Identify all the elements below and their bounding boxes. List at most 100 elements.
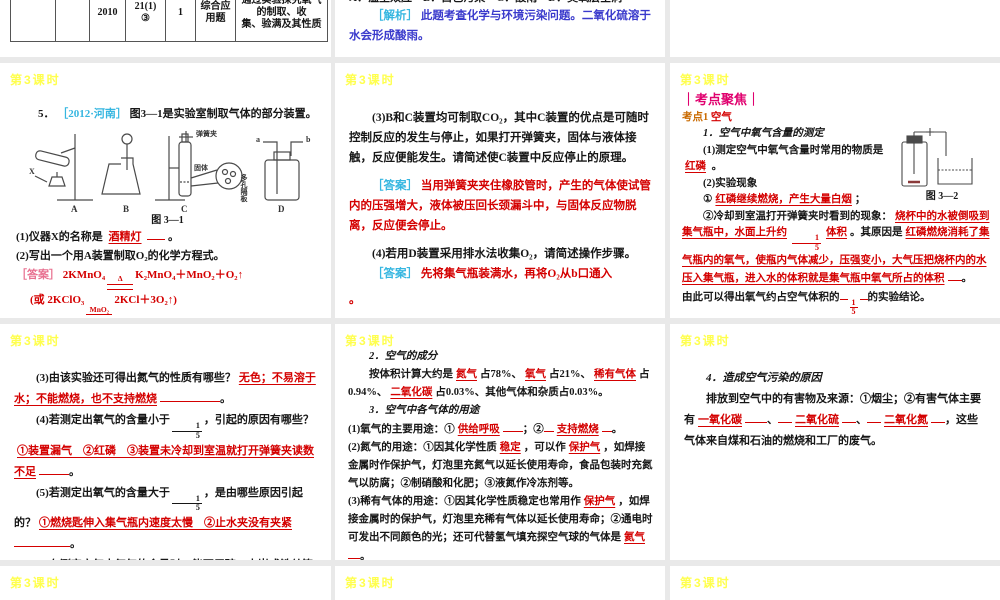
answer-protective-gas: 保护气 xyxy=(583,496,616,507)
text-segment: 。 xyxy=(220,393,231,405)
analysis-label: ［解析］ xyxy=(372,10,418,22)
apparatus-figure-3-2: 图 3—2 xyxy=(894,124,990,204)
text-segment: (1)测定空气中氧气含量时常用的物质是 xyxy=(703,144,884,156)
text-segment: 。 xyxy=(69,465,80,478)
text-segment: (1)仪器X的名称是 xyxy=(16,231,103,243)
slide-header: 第3课时 xyxy=(680,73,731,87)
text-segment: 。 xyxy=(360,551,371,560)
slide-header: 第3课时 xyxy=(680,334,731,348)
slide-r3c1-q3-to-q6[interactable]: 第3课时 (3)由该实验还可得出氮气的性质有哪些？ 无色；不易溶于水；不能燃烧，也… xyxy=(0,324,331,560)
slide-r4c3-cropped[interactable]: 第3课时 xyxy=(670,566,1000,600)
blank-fill-line xyxy=(867,411,881,423)
equation-reactant: 2KMnO₄ xyxy=(62,269,106,281)
sub-question-1: (1)仪器X的名称是 酒精灯 。 xyxy=(16,228,319,247)
exam-info-table: 2010 21(1) ③ 1 综合应 用题 通过实验探究氧气的制取、收 集、验满及其性… xyxy=(10,0,328,42)
text-segment: 。 xyxy=(349,294,361,306)
analysis-paragraph: ［解析］ 此题考查化学与环境污染问题。二氧化硫溶于水会形成酸雨。 xyxy=(349,6,653,46)
solid-label: 固体 xyxy=(194,163,209,172)
topic-4-heading: 4．造成空气污染的原因 xyxy=(706,372,822,384)
sub-question-3: (3)B和C装置均可制取CO₂，其中C装置的优点是可随时控制反应的发生与停止，如… xyxy=(349,108,653,168)
answer-volume: 体积 xyxy=(826,227,847,238)
topic-2-heading: 2．空气的成分 xyxy=(369,351,438,362)
sub-question-4: (4)若测定出氧气的含量小于 1 5 ，引起的原因有哪些？①装置漏气 ②红磷 ③装置未… xyxy=(14,410,319,483)
text-segment: 占0.03%、其他气体和杂质占0.03%。 xyxy=(435,387,609,398)
text-segment: (4)若用D装置采用排水法收集O₂，请简述操作步骤。 xyxy=(372,248,637,260)
slide-header: 第3课时 xyxy=(345,73,396,87)
answer-so2: 二氧化硫 xyxy=(795,414,839,426)
answer-alcohol-lamp: 酒精灯 xyxy=(108,231,142,243)
text-segment: 占21%、 xyxy=(549,369,591,380)
question-number: 5． xyxy=(38,108,55,120)
blank-fill-line xyxy=(947,269,962,282)
answer-label: ［答案］ xyxy=(372,180,418,192)
slide-r3c2-air-composition[interactable]: 第3课时 2．空气的成分 按体积计算大约是 氮气 占78%、 氧气 占21%、 稀有气体占… xyxy=(335,324,665,560)
use-oxygen: (1)氧气的主要用途：① 供给呼吸 ；② 支持燃烧 。 xyxy=(348,420,654,439)
kaodian-number: 考点1 xyxy=(682,112,709,123)
figure-label-x: X xyxy=(29,167,35,176)
text-segment: (2)写出一个用A装置制取O₂的化学方程式。 xyxy=(16,250,225,262)
table-cell-year: 2010 xyxy=(89,0,125,41)
answer-equation-1: ［答案］ 2KMnO₄ Δ K₂MnO₄＋MnO₂＋O₂↑ xyxy=(16,266,319,291)
answer-noble-gases: 稀有气体 xyxy=(594,369,636,380)
answer-label: ［答案］ xyxy=(16,269,60,281)
conclusion-line: 由此可以得出氧气约占空气体积的 1 5 的实验结论。 xyxy=(682,288,990,318)
slide-r3c3-air-pollution[interactable]: 第3课时 4．造成空气污染的原因 排放到空气中的有害物及来源：①烟尘；②有害气体… xyxy=(670,324,1000,560)
text-segment: 。 xyxy=(611,424,623,435)
use-nitrogen: (2)氮气的用途：①因其化学性质 稳定 ，可以作 保护气 ，如焊接金属时作保护气，灯泡里… xyxy=(348,439,654,493)
text-segment: ； xyxy=(854,194,866,205)
slide-r4c2-cropped[interactable]: 第3课时 xyxy=(335,566,665,600)
answer-phenomenon: 红磷继续燃烧，产生大量白烟 xyxy=(715,194,852,205)
text-segment: 的实验结论。 xyxy=(867,291,931,303)
text-segment: 。 xyxy=(70,538,81,551)
answer-4: ［答案］ 先将集气瓶装满水，再将O₂从b口通入 xyxy=(349,264,653,284)
slide-r1c3-blank[interactable] xyxy=(670,0,1000,57)
answer-co: 一氧化碳 xyxy=(698,414,742,426)
port-b-label: b xyxy=(306,135,311,144)
table-cell-topic: 通过实验探究氧气的制取、收 集、验满及其性质 xyxy=(235,0,327,41)
slide-header: 第3课时 xyxy=(345,334,396,348)
table-cell-type: 综合应 用题 xyxy=(195,0,235,41)
text-segment: 按体积计算大约是 xyxy=(369,369,453,380)
slide-r4c1-cropped[interactable]: 第3课时 xyxy=(0,566,331,600)
blank-fill-line xyxy=(543,420,554,432)
slide-r2c1-question5[interactable]: 第3课时 5． ［2012·河南］ 图3—1是实验室制取气体的部分装置。 X A… xyxy=(0,63,331,318)
text-segment: ，引起的原因有哪些？ xyxy=(203,414,314,426)
blank-fill-line xyxy=(745,411,767,423)
slide-r1c1-exam-table[interactable]: 2010 21(1) ③ 1 综合应 用题 通过实验探究氧气的制取、收 集、验满及其性… xyxy=(0,0,331,57)
table-cell xyxy=(55,0,89,41)
table-cell xyxy=(11,0,55,41)
answer-nitrogen: 氮气 xyxy=(456,369,477,380)
text-segment: 。 xyxy=(711,161,723,172)
fraction-one-fifth: 15 xyxy=(171,494,202,514)
slide-header: 第3课时 xyxy=(345,576,396,590)
fraction-one-fifth: 15 xyxy=(849,297,858,317)
blank-fill-line xyxy=(14,535,70,548)
sub-question-3: (3)由该实验还可得出氮气的性质有哪些？ 无色；不易溶于水；不能燃烧，也不支持燃烧… xyxy=(14,368,319,410)
slide-header: 第3课时 xyxy=(680,576,731,590)
port-a-label: a xyxy=(256,135,260,144)
sub-question-5: (5)若测定出氧气的含量大于 1 5 ，是由哪些原因引起的？ ①燃烧匙伸入集气瓶内速度太… xyxy=(14,483,319,556)
table-cell-question-no: 21(1) ③ xyxy=(125,0,165,41)
answer-3: ［答案］ 当用弹簧夹夹住橡胶管时，产生的气体使试管内的压强增大，液体被压回长颈漏… xyxy=(349,176,653,236)
kaodian-topic: 空气 xyxy=(710,112,732,123)
blank-fill-line xyxy=(778,411,792,423)
blank-fill-line xyxy=(147,228,166,240)
blank-fill-line xyxy=(348,547,360,559)
answer-label: ［答案］ xyxy=(372,268,418,280)
answer-equation-2: (或 2KClO₃MnO₂Δ2KCl＋3O₂↑) xyxy=(16,291,319,318)
figure-3-2-caption: 图 3—2 xyxy=(925,191,959,202)
sub-question-4: (4)若用D装置采用排水法收集O₂，请简述操作步骤。 xyxy=(349,244,653,264)
slide-r2c2-q5-continued[interactable]: 第3课时 (3)B和C装置均可制取CO₂，其中C装置的优点是可随时控制反应的发生… xyxy=(335,63,665,318)
equation-reactant: (或 2KClO₃ xyxy=(30,293,85,306)
equation-condition-mno2: MnO₂Δ xyxy=(86,305,113,318)
slide-r1c2-analysis[interactable]: A．温室效应 B．白色污染 C．酸雨 D．臭氧层空洞 ［解析］ 此题考查化学与环… xyxy=(335,0,665,57)
composition-line: 按体积计算大约是 氮气 占78%、 氧气 占21%、 稀有气体 占0.94%、 二氧化碳 占0.… xyxy=(348,366,654,402)
answer-oxygen: 氧气 xyxy=(525,369,546,380)
text-segment: 。其原因是 xyxy=(850,227,903,238)
fraction-one-fifth: 15 xyxy=(171,421,202,441)
text-segment: 。 xyxy=(168,231,180,243)
answer-no2: 二氧化氮 xyxy=(884,414,928,426)
text-segment: (4)若测定出氧气的含量小于 xyxy=(36,414,170,426)
slide-r2c3-exam-focus[interactable]: 第3课时 ｜考点聚焦｜ 考点1 空气 图 3—2 1．空气中氧气含量的测定 (1… xyxy=(670,63,1000,318)
device-b-label: B xyxy=(123,204,129,214)
